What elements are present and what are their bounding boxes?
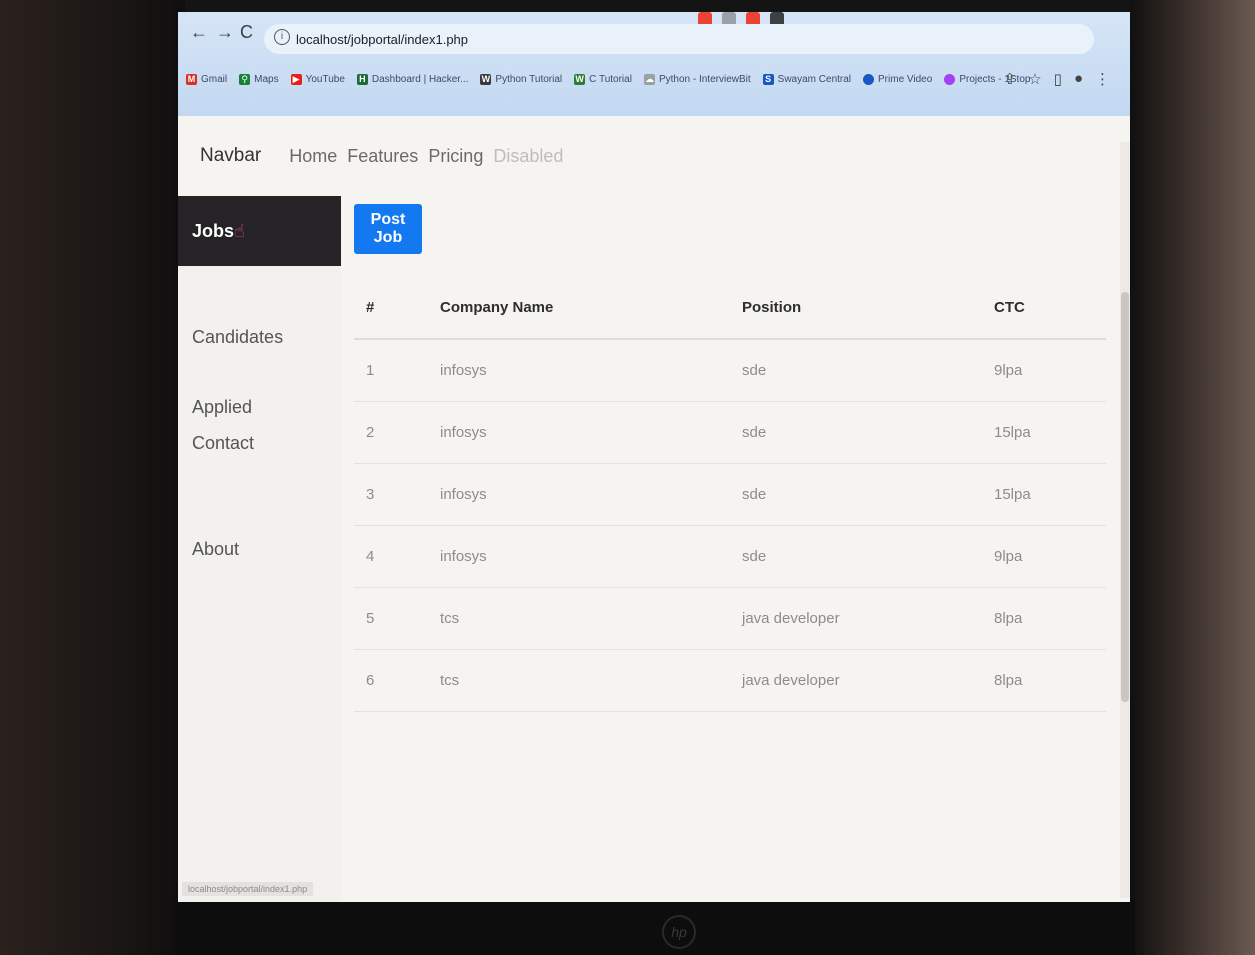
nav-link-disabled: Disabled	[493, 145, 564, 166]
column-header-company: Company Name	[439, 276, 741, 340]
cell-position: java developer	[741, 649, 993, 712]
cell-company: infosys	[439, 401, 741, 464]
sidebar: Jobs☝ Candidates Applied Contact About	[178, 196, 341, 902]
cell-number: 4	[354, 525, 439, 588]
scrollbar-thumb[interactable]	[1121, 292, 1129, 702]
bookmark-prime-video[interactable]: Prime Video	[863, 74, 932, 85]
sidepanel-icon[interactable]: ▯	[1054, 70, 1062, 88]
url-text[interactable]: localhost/jobportal/index1.php	[296, 32, 468, 47]
hackerrank-icon: H	[356, 74, 368, 85]
table-header-row: # Company Name Position CTC	[354, 276, 1106, 340]
menu-icon[interactable]: ⋮	[1095, 70, 1110, 88]
table-row: 3 infosys sde 15lpa	[354, 463, 1106, 526]
cell-company: tcs	[439, 649, 741, 712]
arrow-right-icon[interactable]: →	[216, 22, 234, 43]
nav-link-features[interactable]: Features	[347, 146, 418, 167]
table-row: 1 infosys sde 9lpa	[354, 339, 1106, 402]
navbar: Navbar Home Features Pricing Disabled	[178, 116, 1130, 196]
bookmark-gmail[interactable]: M Gmail	[186, 74, 227, 85]
bookmark-swayam[interactable]: S Swayam Central	[762, 74, 851, 85]
background-desk-left	[0, 0, 185, 955]
cell-number: 6	[354, 649, 439, 712]
star-icon[interactable]: ☆	[1028, 70, 1041, 88]
cell-number: 3	[354, 463, 439, 526]
pointer-hand-icon: ☝	[234, 221, 245, 241]
reload-icon[interactable]: C	[240, 22, 253, 43]
cell-ctc: 15lpa	[993, 401, 1106, 464]
info-icon[interactable]: i	[274, 29, 290, 45]
cell-number: 5	[354, 587, 439, 650]
column-header-ctc: CTC	[993, 276, 1106, 340]
youtube-icon: ▶	[290, 74, 302, 85]
jobs-table: # Company Name Position CTC 1 infosys sd…	[354, 276, 1106, 712]
cloud-icon: ☁	[643, 74, 655, 85]
cell-position: java developer	[741, 587, 993, 650]
cell-number: 2	[354, 401, 439, 464]
browser-toolbar: ← → C i localhost/jobportal/index1.php M…	[178, 12, 1130, 116]
page-scrollbar[interactable]	[1120, 142, 1130, 898]
web-page: Navbar Home Features Pricing Disabled Jo…	[178, 116, 1130, 902]
table-row: 4 infosys sde 9lpa	[354, 525, 1106, 588]
table-row: 6 tcs java developer 8lpa	[354, 649, 1106, 712]
projects-icon	[944, 74, 956, 85]
prime-video-icon	[863, 74, 875, 85]
bookmark-interviewbit[interactable]: ☁ Python - InterviewBit	[643, 74, 751, 85]
cell-ctc: 9lpa	[993, 339, 1106, 402]
background-desk-right	[1130, 0, 1255, 955]
cell-position: sde	[741, 525, 993, 588]
w3schools-icon: W	[480, 74, 492, 85]
browser-actions: ⇪ ☆ ▯ ● ⋮	[1004, 70, 1110, 88]
bookmark-hackerrank[interactable]: H Dashboard | Hacker...	[356, 74, 468, 85]
status-bar-url: localhost/jobportal/index1.php	[182, 882, 314, 896]
cell-ctc: 9lpa	[993, 525, 1106, 588]
avatar[interactable]: ●	[1074, 70, 1083, 88]
bookmarks-bar: M Gmail ⚲ Maps ▶ YouTube H Dashboard | Hacke…	[186, 74, 1030, 85]
swayam-icon: S	[762, 74, 774, 85]
bookmark-c-tutorial[interactable]: WC Tutorial	[574, 74, 632, 85]
sidebar-item-candidates-applied[interactable]: Candidates Applied	[178, 302, 341, 417]
arrow-left-icon[interactable]: ←	[190, 22, 208, 43]
nav-link-pricing[interactable]: Pricing	[428, 146, 483, 167]
cell-position: sde	[741, 401, 993, 464]
column-header-number: #	[354, 276, 439, 340]
cell-position: sde	[741, 339, 993, 402]
sidebar-item-about[interactable]: About	[178, 514, 341, 584]
cell-company: infosys	[439, 339, 741, 402]
nav-link-home[interactable]: Home	[289, 146, 337, 167]
cell-position: sde	[741, 463, 993, 526]
column-header-position: Position	[741, 276, 993, 340]
cell-ctc: 15lpa	[993, 463, 1106, 526]
sidebar-item-contact[interactable]: Contact	[178, 408, 341, 478]
maps-icon: ⚲	[239, 74, 251, 85]
bookmark-python-tutorial[interactable]: W Python Tutorial	[480, 74, 562, 85]
bookmark-maps[interactable]: ⚲ Maps	[239, 74, 279, 85]
cell-company: infosys	[439, 463, 741, 526]
browser-window: ← → C i localhost/jobportal/index1.php M…	[178, 12, 1130, 902]
table-row: 2 infosys sde 15lpa	[354, 401, 1106, 464]
hp-logo: hp	[662, 915, 696, 949]
cell-ctc: 8lpa	[993, 587, 1106, 650]
sidebar-item-jobs[interactable]: Jobs☝	[178, 196, 341, 266]
cell-company: infosys	[439, 525, 741, 588]
cell-ctc: 8lpa	[993, 649, 1106, 712]
cell-company: tcs	[439, 587, 741, 650]
gmail-icon: M	[186, 74, 197, 85]
w3schools-icon: W	[574, 74, 586, 85]
post-job-button[interactable]: Post Job	[354, 204, 422, 254]
table-row: 5 tcs java developer 8lpa	[354, 587, 1106, 650]
navbar-brand[interactable]: Navbar	[200, 145, 261, 167]
bookmark-youtube[interactable]: ▶ YouTube	[290, 74, 345, 85]
share-icon[interactable]: ⇪	[1004, 70, 1017, 88]
cell-number: 1	[354, 339, 439, 402]
monitor-bezel	[175, 900, 1135, 955]
